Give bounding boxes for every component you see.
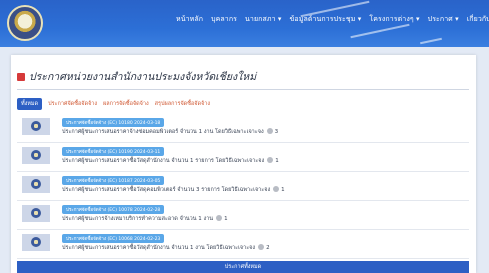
nav-item-governor[interactable]: นายกสภา ▾	[245, 14, 282, 25]
title-divider	[17, 89, 469, 90]
category-badge: ประกาศจัดซื้อจัดจ้าง (EC) 10190 2024-03-…	[62, 147, 165, 156]
page-title: ประกาศหน่วยงานสำนักงานประมงจังหวัดเชียงใ…	[29, 71, 257, 83]
emblem-icon	[31, 208, 41, 218]
list-item[interactable]: ประกาศจัดซื้อจัดจ้าง (EC) 10078 2024-02-…	[17, 201, 469, 230]
filter-bar: ทั้งหมด ประกาศจัดซื้อจัดจ้าง ผลการจัดซื้…	[17, 98, 210, 110]
nav-item-meetings[interactable]: ข้อมูลด้านการประชุม ▾	[290, 14, 362, 25]
attachment-icon	[258, 244, 265, 250]
nav-item-home[interactable]: หน้าหลัก	[176, 14, 203, 25]
nav-item-announcements[interactable]: ประกาศ ▾	[428, 14, 459, 25]
announcements-panel: ประกาศหน่วยงานสำนักงานประมงจังหวัดเชียงใ…	[11, 55, 476, 273]
thumbnail	[22, 118, 50, 135]
filter-procurement-result[interactable]: ผลการจัดซื้อจัดจ้าง	[103, 100, 149, 108]
category-badge: ประกาศจัดซื้อจัดจ้าง (EC) 10068 2024-02-…	[62, 234, 165, 243]
thumbnail	[22, 176, 50, 193]
panel-heading: ประกาศหน่วยงานสำนักงานประมงจังหวัดเชียงใ…	[17, 68, 256, 85]
nav-item-projects[interactable]: โครงการต่างๆ ▾	[369, 14, 419, 25]
attachment-count: 1	[281, 187, 285, 193]
emblem-icon	[31, 121, 41, 131]
nav-item-staff[interactable]: บุคลากร	[211, 14, 237, 25]
category-badge: ประกาศจัดซื้อจัดจ้าง (EC) 10180 2024-03-…	[62, 118, 165, 127]
list-item[interactable]: ประกาศจัดซื้อจัดจ้าง (EC) 10068 2024-02-…	[17, 230, 469, 259]
category-badge: ประกาศจัดซื้อจัดจ้าง (EC) 10187 2024-03-…	[62, 176, 165, 185]
announcement-list: ประกาศจัดซื้อจัดจ้าง (EC) 10180 2024-03-…	[17, 114, 469, 259]
attachment-icon	[273, 186, 280, 192]
filter-procurement-notice[interactable]: ประกาศจัดซื้อจัดจ้าง	[48, 100, 97, 108]
announcement-text[interactable]: ประกาศผู้ชนะการเสนอราคาซื้อวัสดุสำนักงาน…	[62, 157, 279, 165]
announcement-text[interactable]: ประกาศผู้ชนะการเสนอราคาซื้อวัสดุสำนักงาน…	[62, 244, 270, 252]
attachment-count: 3	[274, 129, 279, 135]
thumbnail	[22, 234, 50, 251]
view-all-button[interactable]: ประกาศทั้งหมด	[17, 261, 469, 273]
announcement-title[interactable]: ประกาศผู้ชนะการเสนอราคาซื้อวัสดุคอมพิวเต…	[62, 187, 270, 193]
emblem-icon	[31, 179, 41, 189]
filter-procurement-summary[interactable]: สรุปผลการจัดซื้อจัดจ้าง	[155, 100, 210, 108]
announcement-title[interactable]: ประกาศผู้ชนะการเสนอราคาจ้างซ่อมคอมพิวเตอ…	[62, 129, 264, 135]
announcement-text[interactable]: ประกาศผู้ชนะการเสนอราคาจ้างซ่อมคอมพิวเตอ…	[62, 128, 278, 136]
emblem-icon	[31, 150, 41, 160]
header-decoration	[350, 23, 410, 39]
emblem-icon	[31, 237, 41, 247]
thumbnail	[22, 147, 50, 164]
thumbnail	[22, 205, 50, 222]
category-badge: ประกาศจัดซื้อจัดจ้าง (EC) 10078 2024-02-…	[62, 205, 165, 214]
site-header: หน้าหลัก บุคลากร นายกสภา ▾ ข้อมูลด้านการ…	[0, 0, 489, 47]
main-nav: หน้าหลัก บุคลากร นายกสภา ▾ ข้อมูลด้านการ…	[176, 14, 489, 25]
list-item[interactable]: ประกาศจัดซื้อจัดจ้าง (EC) 10180 2024-03-…	[17, 114, 469, 143]
page-background: หน้าหลัก บุคลากร นายกสภา ▾ ข้อมูลด้านการ…	[0, 0, 489, 273]
nav-item-about[interactable]: เกี่ยวกับเรา ▾	[467, 14, 489, 25]
attachment-icon	[216, 215, 223, 221]
attachment-count: 1	[224, 216, 228, 222]
announcement-title[interactable]: ประกาศผู้ชนะการเสนอราคาซื้อวัสดุสำนักงาน…	[62, 158, 264, 164]
list-item[interactable]: ประกาศจัดซื้อจัดจ้าง (EC) 10187 2024-03-…	[17, 172, 469, 201]
attachment-icon	[267, 157, 274, 163]
announcement-title[interactable]: ประกาศผู้ชนะการจ้างเหมาบริการทำความสะอาด…	[62, 216, 213, 222]
filter-all-button[interactable]: ทั้งหมด	[17, 98, 43, 110]
announcement-text[interactable]: ประกาศผู้ชนะการจ้างเหมาบริการทำความสะอาด…	[62, 215, 228, 223]
list-item[interactable]: ประกาศจัดซื้อจัดจ้าง (EC) 10190 2024-03-…	[17, 143, 469, 172]
announcement-text[interactable]: ประกาศผู้ชนะการเสนอราคาซื้อวัสดุคอมพิวเต…	[62, 186, 285, 194]
attachment-count: 1	[275, 158, 279, 164]
attachment-count: 2	[266, 245, 270, 251]
site-logo[interactable]	[7, 5, 43, 41]
header-decoration	[420, 37, 442, 45]
attachment-icon	[266, 128, 273, 134]
announcement-title[interactable]: ประกาศผู้ชนะการเสนอราคาซื้อวัสดุสำนักงาน…	[62, 245, 255, 251]
folder-icon	[17, 72, 25, 81]
